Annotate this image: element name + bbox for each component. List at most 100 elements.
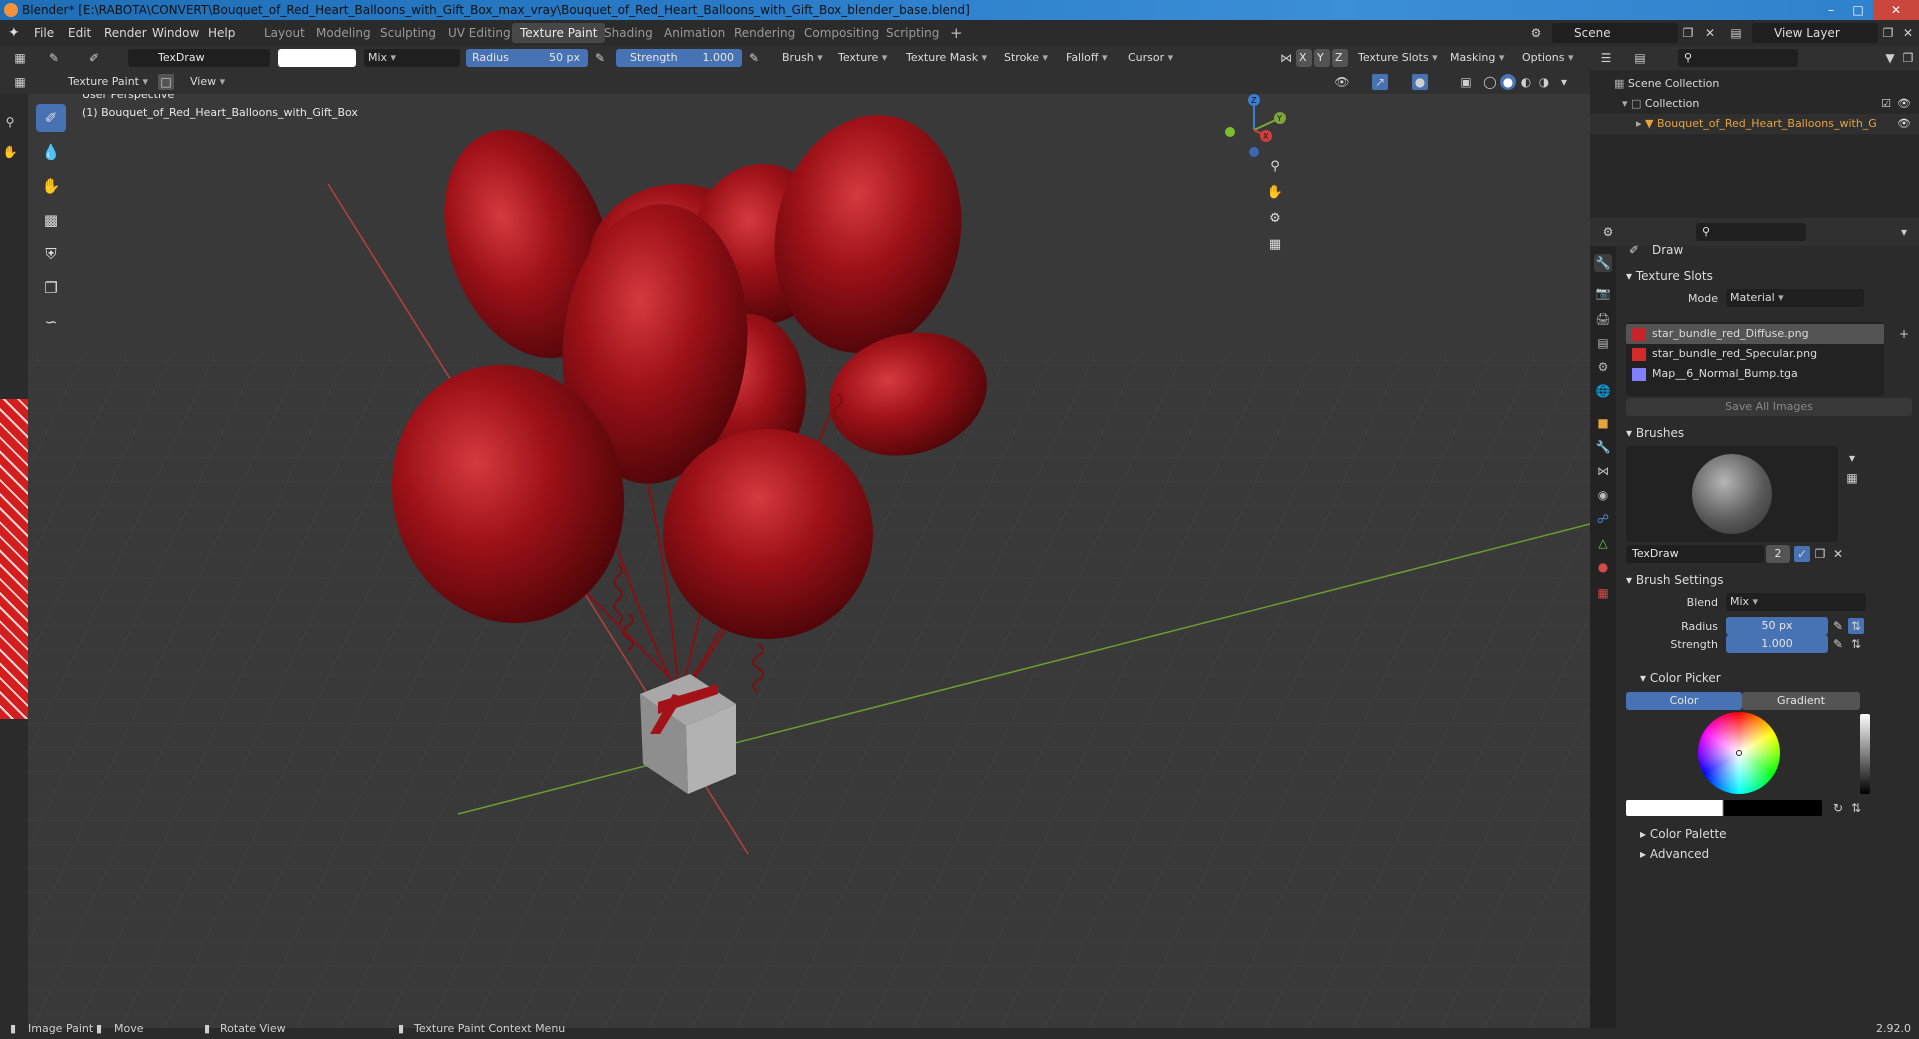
object-tab-icon[interactable]: ■: [1594, 414, 1612, 432]
properties-editor-icon[interactable]: ⚙: [1600, 224, 1616, 240]
color-tab[interactable]: Color: [1626, 692, 1742, 710]
delete-view-layer-icon[interactable]: ✕: [1900, 25, 1916, 41]
physics-tab-icon[interactable]: ◉: [1594, 486, 1612, 504]
clone-tool-icon[interactable]: ▩: [36, 206, 66, 234]
texture-menu[interactable]: Texture: [834, 49, 891, 67]
radius-pressure-icon[interactable]: ✎: [592, 50, 608, 66]
color-wheel[interactable]: [1698, 712, 1780, 794]
brush-color-swatch[interactable]: [278, 49, 356, 67]
minimize-button[interactable]: –: [1818, 0, 1844, 20]
masking-menu[interactable]: Masking: [1446, 49, 1508, 67]
navigation-gizmo[interactable]: Z Y X: [1218, 94, 1288, 164]
color-palette-panel-header[interactable]: ▸ Color Palette: [1640, 824, 1727, 844]
zoom-view-icon[interactable]: ⚲: [1264, 156, 1286, 178]
outliner-scene-collection[interactable]: ▦ Scene Collection: [1590, 74, 1919, 94]
duplicate-brush-icon[interactable]: ❐: [1812, 546, 1828, 562]
draw-tool-icon[interactable]: ✐: [36, 104, 66, 132]
texture-slot-specular[interactable]: star_bundle_red_Specular.png: [1626, 344, 1884, 364]
delete-scene-icon[interactable]: ✕: [1702, 25, 1718, 41]
gizmo-toggle-icon[interactable]: ↗: [1372, 74, 1388, 90]
symmetry-icon[interactable]: ⋈: [1278, 50, 1294, 66]
annotate-tool-icon[interactable]: ∽: [36, 308, 66, 336]
strength-pressure-toggle-icon[interactable]: ✎: [1830, 636, 1846, 652]
material-tab-icon[interactable]: ●: [1594, 558, 1612, 576]
menu-edit[interactable]: Edit: [62, 24, 97, 42]
brush-preview-frame[interactable]: [1626, 446, 1838, 542]
outliner-editor-icon[interactable]: ☰: [1598, 50, 1614, 66]
collection-checkbox-icon[interactable]: ☑: [1881, 94, 1891, 114]
add-slot-icon[interactable]: +: [1896, 326, 1912, 342]
brush-icon[interactable]: ✐: [86, 50, 102, 66]
properties-search-input[interactable]: ⚲: [1696, 223, 1806, 241]
overlay-toggle-icon[interactable]: ●: [1412, 74, 1428, 90]
new-scene-icon[interactable]: ❐: [1680, 25, 1696, 41]
mask-tool-icon[interactable]: ❐: [36, 274, 66, 302]
color-unit-icon[interactable]: ⇅: [1848, 800, 1864, 816]
fill-tool-icon[interactable]: ⛨: [36, 240, 66, 268]
pan-hand-icon[interactable]: ✋: [2, 144, 18, 160]
brush-image-icon[interactable]: ▦: [1844, 470, 1860, 486]
texture-slots-menu[interactable]: Texture Slots: [1354, 49, 1442, 67]
display-mode-icon[interactable]: ▤: [1632, 50, 1648, 66]
tab-scripting[interactable]: Scripting: [878, 23, 947, 43]
brush-list-icon[interactable]: ▾: [1844, 450, 1860, 466]
stroke-menu[interactable]: Stroke: [1000, 49, 1052, 67]
symmetry-y-toggle[interactable]: Y: [1314, 49, 1330, 67]
texture-tab-icon[interactable]: ▦: [1594, 584, 1612, 602]
radius-pressure-toggle-icon[interactable]: ✎: [1830, 618, 1846, 634]
rendered-shading-icon[interactable]: ◑: [1536, 74, 1552, 90]
brush-menu[interactable]: Brush: [778, 49, 827, 67]
add-workspace-icon[interactable]: +: [942, 23, 971, 43]
menu-help[interactable]: Help: [202, 24, 241, 42]
strength-slider[interactable]: Strength 1.000: [616, 49, 742, 67]
modifier-tab-icon[interactable]: 🔧: [1594, 438, 1612, 456]
save-all-images-button[interactable]: Save All Images: [1626, 398, 1912, 416]
tool-tab-icon[interactable]: 🔧: [1594, 254, 1612, 272]
radius-unit-icon[interactable]: ⇅: [1848, 618, 1864, 634]
editor-type-icon[interactable]: ▦: [12, 50, 28, 66]
view-menu[interactable]: View: [186, 73, 229, 91]
scene-tab-icon[interactable]: ⚙: [1594, 358, 1612, 376]
scene-icon[interactable]: ⚙: [1528, 25, 1544, 41]
brush-name-field[interactable]: TexDraw: [1626, 545, 1764, 563]
material-shading-icon[interactable]: ◐: [1518, 74, 1534, 90]
output-tab-icon[interactable]: 🖨: [1594, 310, 1612, 328]
camera-view-icon[interactable]: ⚙: [1264, 208, 1286, 230]
symmetry-x-toggle[interactable]: X: [1296, 49, 1312, 67]
brush-name-field[interactable]: TexDraw: [128, 49, 270, 67]
options-menu[interactable]: Options: [1518, 49, 1577, 67]
gradient-tab[interactable]: Gradient: [1742, 692, 1860, 710]
mode-dropdown[interactable]: Texture Paint: [46, 73, 152, 91]
tab-uv-editing[interactable]: UV Editing: [440, 23, 519, 43]
constraints-tab-icon[interactable]: ☍: [1594, 510, 1612, 528]
close-window-button[interactable]: ✕: [1873, 0, 1919, 20]
falloff-menu[interactable]: Falloff: [1062, 49, 1112, 67]
brushes-panel-header[interactable]: ▾ Brushes: [1626, 423, 1684, 443]
pan-view-icon[interactable]: ✋: [1264, 182, 1286, 204]
tab-compositing[interactable]: Compositing: [796, 23, 887, 43]
menu-window[interactable]: Window: [146, 24, 205, 42]
radius-slider[interactable]: Radius 50 px: [466, 49, 588, 67]
swap-colors-icon[interactable]: ↻: [1830, 800, 1846, 816]
outliner-collection[interactable]: ▾ □ Collection ☑ 👁: [1590, 94, 1919, 114]
world-tab-icon[interactable]: 🌐: [1594, 382, 1612, 400]
ortho-toggle-icon[interactable]: ▦: [1264, 234, 1286, 256]
mask-toggle-icon[interactable]: □: [158, 74, 174, 90]
view-layer-icon[interactable]: ▤: [1728, 25, 1744, 41]
fake-user-icon[interactable]: ✓: [1794, 546, 1810, 562]
strength-settings-slider[interactable]: 1.000: [1726, 635, 1828, 653]
brush-settings-panel-header[interactable]: ▾ Brush Settings: [1626, 570, 1724, 590]
radius-settings-slider[interactable]: 50 px: [1726, 617, 1828, 635]
view-layer-tab-icon[interactable]: ▤: [1594, 334, 1612, 352]
object-visibility-icon[interactable]: 👁: [1897, 114, 1911, 134]
3d-viewport[interactable]: User Perspective (1) Bouquet_of_Red_Hear…: [28, 94, 1590, 1028]
view-layer-selector[interactable]: View Layer: [1752, 23, 1878, 43]
tab-modeling[interactable]: Modeling: [308, 23, 379, 43]
new-collection-icon[interactable]: ❐: [1900, 50, 1916, 66]
scene-selector[interactable]: Scene: [1552, 23, 1678, 43]
unlink-brush-icon[interactable]: ✕: [1830, 546, 1846, 562]
texture-slot-diffuse[interactable]: star_bundle_red_Diffuse.png: [1626, 324, 1884, 344]
filter-icon[interactable]: ▼: [1882, 50, 1898, 66]
texture-slot-normal[interactable]: Map__6_Normal_Bump.tga: [1626, 364, 1884, 384]
collection-visibility-icon[interactable]: 👁: [1897, 94, 1911, 114]
